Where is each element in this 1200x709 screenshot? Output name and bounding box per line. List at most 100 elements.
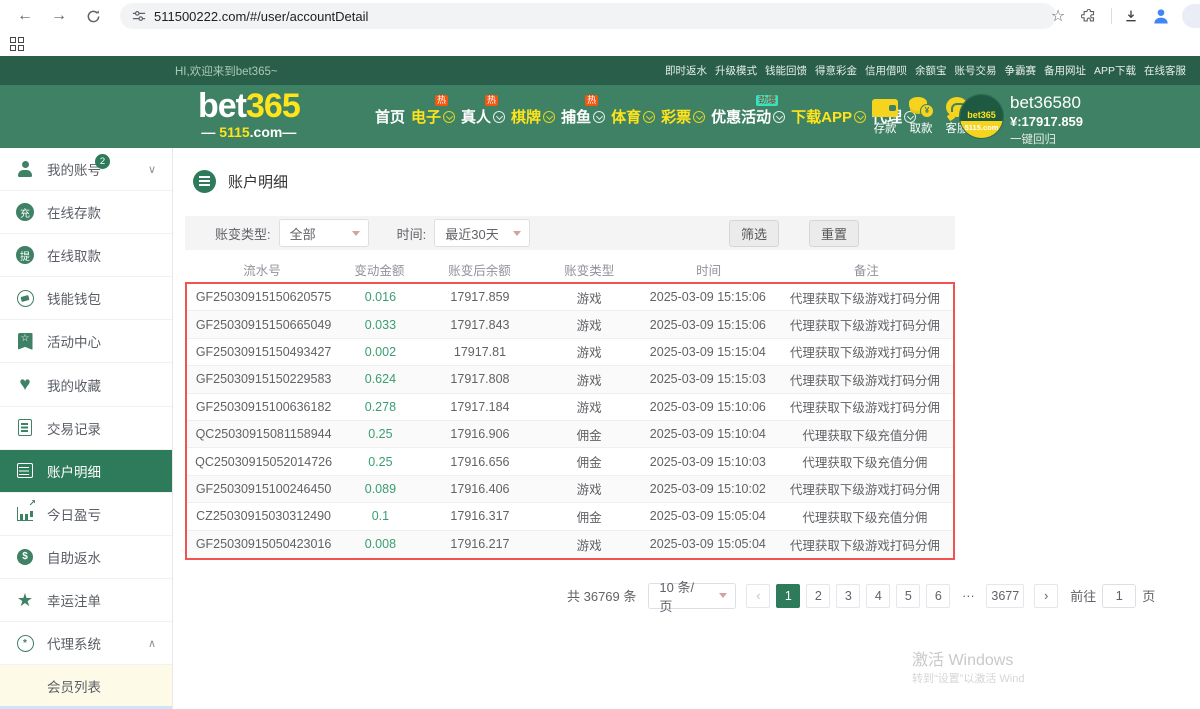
extensions-icon[interactable] [1075, 3, 1101, 29]
table-cell: 17916.217 [421, 537, 540, 551]
sidebar-item-会员列表[interactable]: 会员列表 [0, 665, 172, 708]
reload-icon[interactable] [80, 3, 106, 29]
table-cell: QC25030915052014726 [187, 455, 340, 469]
profile-avatar-icon[interactable] [1148, 3, 1174, 29]
table-row: QC250309150520147260.2517916.656佣金2025-0… [187, 448, 953, 475]
nav-item-label: 捕鱼 [561, 106, 591, 127]
sidebar-item-账户明细[interactable]: 账户明细 [0, 450, 172, 493]
nav-item-真人[interactable]: 真人热 [460, 106, 506, 127]
top-link[interactable]: 余额宝 [915, 63, 947, 78]
sidebar-item-label: 我的账号 [47, 159, 101, 179]
page-button-3677[interactable]: 3677 [986, 584, 1024, 608]
quick-取款[interactable]: 取款 [906, 93, 936, 136]
table-cell: 代理获取下级游戏打码分佣 [777, 288, 953, 307]
sidebar-item-在线存款[interactable]: 充在线存款 [0, 191, 172, 234]
nav-item-label: 体育 [611, 106, 641, 127]
table-cell: 游戏 [539, 288, 639, 307]
sidebar-item-交易记录[interactable]: 交易记录 [0, 407, 172, 450]
hot-badge: 热 [585, 95, 598, 106]
top-link[interactable]: 在线客服 [1144, 63, 1186, 78]
sidebar-item-今日盈亏[interactable]: 今日盈亏 [0, 493, 172, 536]
sidebar-item-活动中心[interactable]: 活动中心 [0, 320, 172, 363]
nav-item-捕鱼[interactable]: 捕鱼热 [560, 106, 606, 127]
page-button-5[interactable]: 5 [896, 584, 920, 608]
sidebar: 我的账号2∨充在线存款提在线取款钱能钱包活动中心♥我的收藏交易记录账户明细今日盈… [0, 148, 173, 709]
table-cell: 游戏 [539, 479, 639, 498]
table-cell: 游戏 [539, 535, 639, 554]
top-link[interactable]: 即时返水 [665, 63, 707, 78]
goto-page-input[interactable]: 1 [1102, 584, 1136, 608]
nav-item-电子[interactable]: 电子热 [410, 106, 456, 127]
sidebar-item-钱能钱包[interactable]: 钱能钱包 [0, 277, 172, 320]
top-link[interactable]: 钱能回馈 [765, 63, 807, 78]
chevron-down-icon [693, 111, 705, 123]
page-button-6[interactable]: 6 [926, 584, 950, 608]
sidebar-item-自助返水[interactable]: 自助返水 [0, 536, 172, 579]
table-cell: 17917.808 [421, 372, 540, 386]
heart-icon: ♥ [14, 374, 36, 396]
top-link[interactable]: 升级模式 [715, 63, 757, 78]
bookmark-star-icon[interactable]: ☆ [1045, 3, 1071, 29]
table-cell: 17916.906 [421, 427, 540, 441]
table-row: GF250309151506650490.03317917.843游戏2025-… [187, 311, 953, 338]
table-cell: 2025-03-09 15:15:06 [639, 318, 777, 332]
table-cell: 17917.843 [421, 318, 540, 332]
change-type-label: 账变类型: [215, 224, 271, 243]
reset-button[interactable]: 重置 [809, 220, 859, 247]
page-button-3[interactable]: 3 [836, 584, 860, 608]
download-icon[interactable] [1118, 3, 1144, 29]
page-title: 账户明细 [228, 171, 288, 192]
top-link[interactable]: 备用网址 [1044, 63, 1086, 78]
top-link[interactable]: 信用借呗 [865, 63, 907, 78]
top-link[interactable]: APP下载 [1094, 63, 1136, 78]
apps-grid-icon[interactable] [10, 37, 24, 51]
top-link[interactable]: 争霸赛 [1004, 63, 1036, 78]
sidebar-item-代理系统[interactable]: *代理系统∧ [0, 622, 172, 665]
sidebar-item-我的收藏[interactable]: ♥我的收藏 [0, 363, 172, 406]
table-cell: 0.033 [340, 318, 420, 332]
nav-item-下载APP[interactable]: 下载APP [790, 106, 867, 127]
nav-item-label: 棋牌 [511, 106, 541, 127]
nav-item-彩票[interactable]: 彩票 [660, 106, 706, 127]
sidebar-item-label: 在线取款 [47, 245, 101, 265]
table-row: GF250309150504230160.00817916.217游戏2025-… [187, 531, 953, 558]
table-cell: 代理获取下级充值分佣 [777, 507, 953, 526]
sidebar-item-我的账号[interactable]: 我的账号2∨ [0, 148, 172, 191]
quick-存款[interactable]: 存款 [870, 93, 900, 136]
detail-icon [14, 460, 36, 482]
top-link[interactable]: 账号交易 [954, 63, 996, 78]
table-row: GF250309151002464500.08917916.406游戏2025-… [187, 476, 953, 503]
sidebar-item-幸运注单[interactable]: ★幸运注单 [0, 579, 172, 622]
chevron-down-icon [513, 231, 521, 236]
watermark-line2: 转到“设置”以激活 Wind [912, 672, 1200, 687]
page-button-2[interactable]: 2 [806, 584, 830, 608]
address-bar[interactable]: 511500222.com/#/user/accountDetail [120, 3, 1056, 29]
records-icon [14, 417, 36, 439]
nav-item-棋牌[interactable]: 棋牌 [510, 106, 556, 127]
back-icon[interactable]: ← [12, 3, 38, 29]
site-settings-icon[interactable] [132, 9, 146, 23]
nav-item-首页[interactable]: 首页 [374, 106, 406, 127]
prev-page-button[interactable]: ‹ [746, 584, 770, 608]
page-size-select[interactable]: 10 条/页 [648, 583, 736, 609]
table-cell: QC25030915081158944 [187, 427, 340, 441]
column-header: 账变后余额 [420, 260, 539, 279]
table-body-highlight-box: GF250309151506205750.01617917.859游戏2025-… [185, 282, 955, 560]
sidebar-item-在线取款[interactable]: 提在线取款 [0, 234, 172, 277]
one-key-recycle-link[interactable]: 一键回归 [1010, 133, 1083, 147]
browser-menu-partial[interactable] [1182, 4, 1200, 28]
next-page-button[interactable]: › [1034, 584, 1058, 608]
nav-item-体育[interactable]: 体育 [610, 106, 656, 127]
toolbar-divider [1111, 8, 1112, 24]
nav-item-优惠活动[interactable]: 优惠活动劲爆 [710, 106, 786, 127]
table-cell: 0.25 [340, 427, 420, 441]
forward-icon[interactable]: → [46, 3, 72, 29]
table-cell: 0.089 [340, 482, 420, 496]
change-type-select[interactable]: 全部 [279, 219, 369, 247]
page-button-1[interactable]: 1 [776, 584, 800, 608]
time-select[interactable]: 最近30天 [434, 219, 530, 247]
page-button-4[interactable]: 4 [866, 584, 890, 608]
filter-button[interactable]: 筛选 [729, 220, 779, 247]
top-link[interactable]: 得意彩金 [815, 63, 857, 78]
site-logo[interactable]: bet365 — 5115.com— [198, 89, 300, 139]
